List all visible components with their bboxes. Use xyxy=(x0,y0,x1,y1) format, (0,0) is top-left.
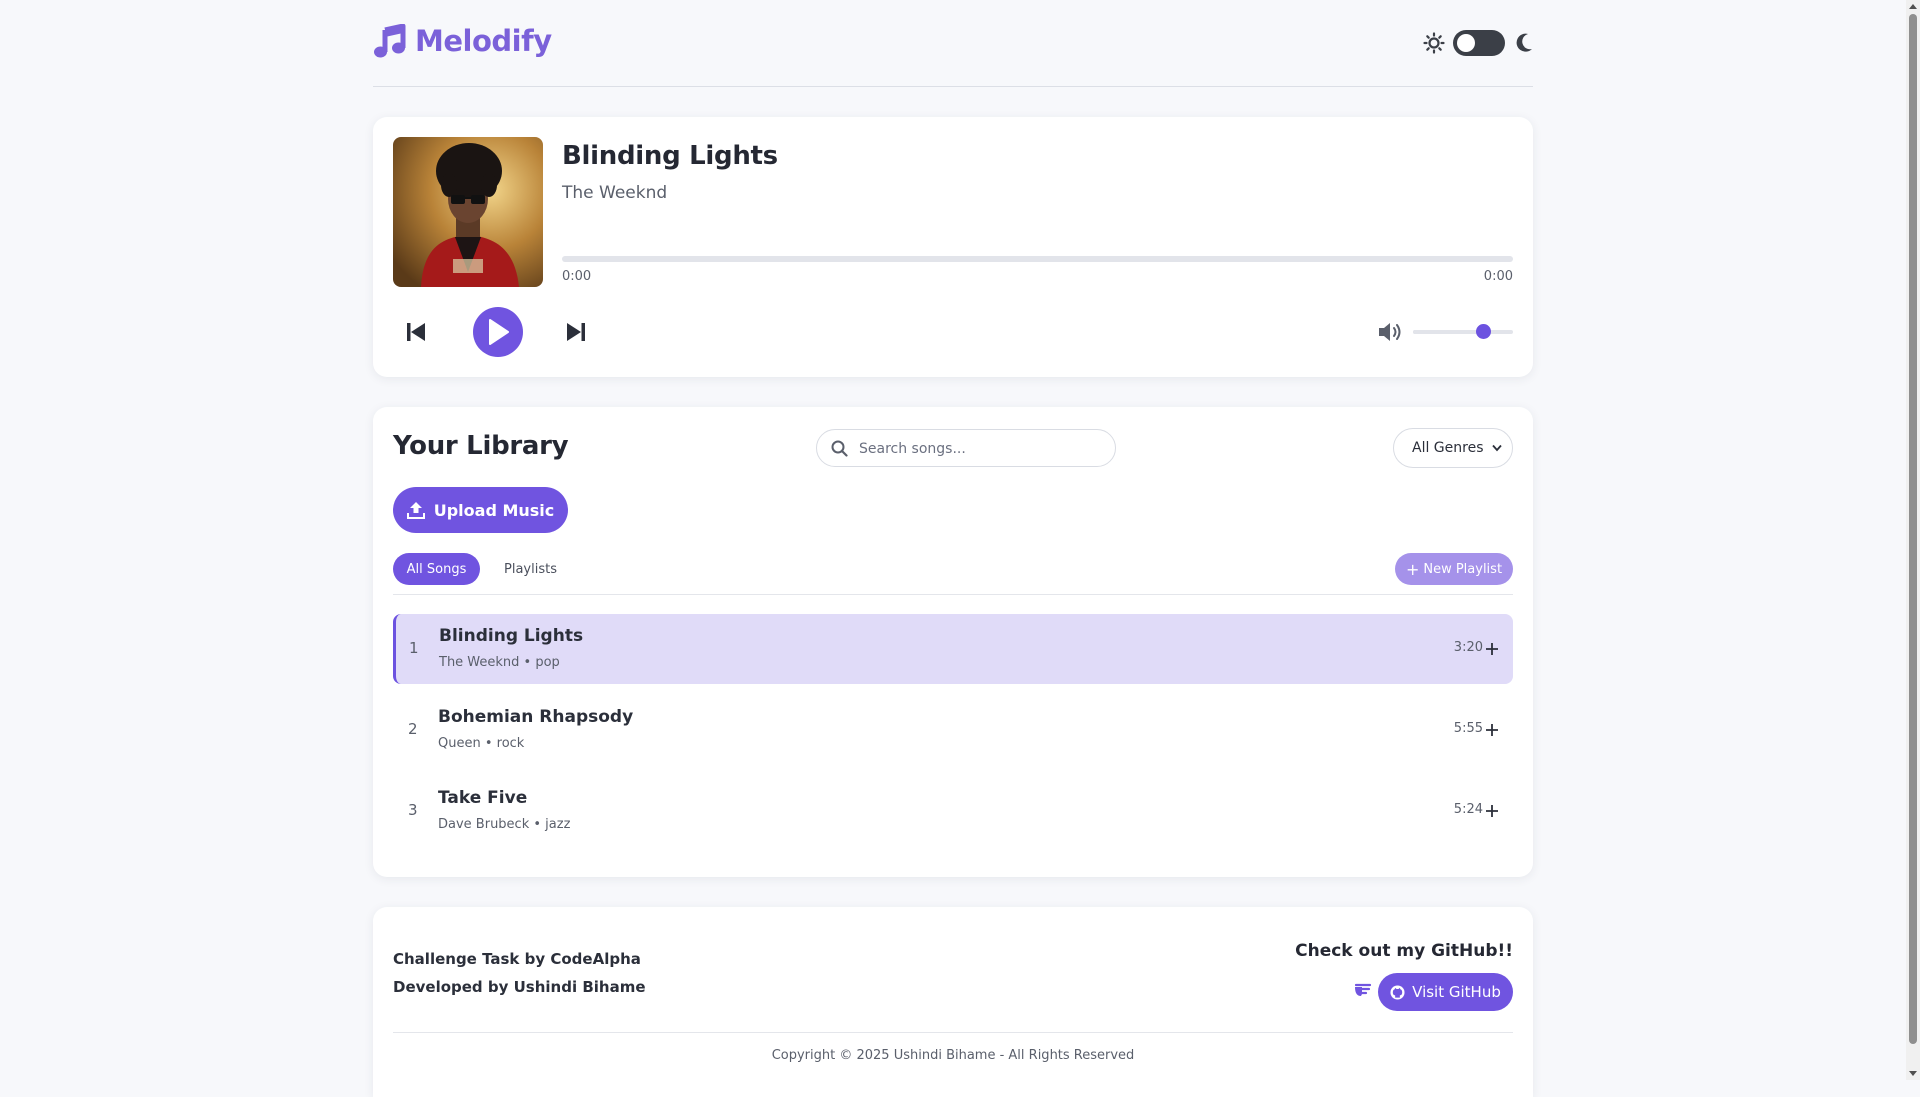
github-icon xyxy=(1390,984,1405,1000)
volume-slider[interactable] xyxy=(1413,324,1513,339)
copyright: Copyright © 2025 Ushindi Bihame - All Ri… xyxy=(771,1048,1135,1063)
song-index: 3 xyxy=(408,801,418,819)
song-title: Take Five xyxy=(438,788,528,808)
next-button[interactable] xyxy=(563,319,589,345)
song-meta: The Weeknd • pop xyxy=(439,655,560,670)
skip-back-icon xyxy=(407,323,425,341)
plus-icon xyxy=(1486,805,1498,817)
song-index: 1 xyxy=(409,639,419,657)
divider xyxy=(393,594,1513,595)
song-title: Blinding Lights xyxy=(439,626,584,646)
song-meta: Dave Brubeck • jazz xyxy=(438,817,571,832)
total-time: 0:00 xyxy=(1483,269,1513,284)
toggle-knob xyxy=(1457,34,1475,52)
album-cover xyxy=(393,137,543,287)
tab-label: Playlists xyxy=(504,561,557,577)
brand[interactable]: Melodify xyxy=(373,24,552,58)
song-meta: Queen • rock xyxy=(438,736,525,751)
plus-icon: + xyxy=(1405,559,1420,579)
add-to-playlist-button[interactable] xyxy=(1477,634,1507,664)
footer-credit: Challenge Task by CodeAlpha xyxy=(393,950,641,968)
theme-toggle[interactable] xyxy=(1453,30,1505,56)
play-button[interactable] xyxy=(473,307,523,357)
track-artist: The Weeknd xyxy=(562,183,668,203)
upload-music-button[interactable]: Upload Music xyxy=(393,487,568,533)
prev-button[interactable] xyxy=(403,319,429,345)
search-box xyxy=(816,429,1116,468)
app-name: Melodify xyxy=(415,24,552,58)
scroll-up-arrow[interactable] xyxy=(1909,4,1917,9)
library-card: Your Library All Genres Upload Music All… xyxy=(373,407,1533,877)
genre-select-value: All Genres xyxy=(1412,440,1484,456)
skip-forward-icon xyxy=(567,323,585,341)
library-title: Your Library xyxy=(393,431,569,461)
track-title: Blinding Lights xyxy=(562,141,778,171)
plus-icon xyxy=(1486,724,1498,736)
add-to-playlist-button[interactable] xyxy=(1477,715,1507,745)
github-title: Check out my GitHub!! xyxy=(1295,941,1513,961)
song-index: 2 xyxy=(408,720,418,738)
pointing-hand-icon xyxy=(1354,983,1372,996)
tab-playlists[interactable]: Playlists xyxy=(504,553,557,585)
scrollbar-thumb[interactable] xyxy=(1909,14,1917,1044)
song-row[interactable]: 3 Take Five Dave Brubeck • jazz 5:24 xyxy=(393,776,1513,846)
new-playlist-label: New Playlist xyxy=(1423,561,1503,577)
genre-select[interactable]: All Genres xyxy=(1393,428,1513,468)
new-playlist-button[interactable]: + New Playlist xyxy=(1395,553,1513,585)
theme-switch xyxy=(1423,30,1533,56)
volume-icon[interactable] xyxy=(1377,320,1405,344)
scroll-down-arrow[interactable] xyxy=(1909,1071,1917,1076)
progress-bar[interactable] xyxy=(562,256,1513,262)
scrollbar[interactable] xyxy=(1906,0,1920,1080)
moon-icon xyxy=(1516,33,1532,52)
upload-icon xyxy=(406,502,425,519)
header: Melodify xyxy=(373,0,1533,87)
visit-github-button[interactable]: Visit GitHub xyxy=(1378,973,1513,1011)
play-icon xyxy=(489,319,509,345)
music-note-icon xyxy=(374,24,406,58)
player-card: Blinding Lights The Weeknd 0:00 0:00 xyxy=(373,117,1533,377)
song-row[interactable]: 2 Bohemian Rhapsody Queen • rock 5:55 xyxy=(393,695,1513,765)
volume-fill xyxy=(1413,330,1483,334)
tab-all-songs[interactable]: All Songs xyxy=(393,553,480,585)
tab-label: All Songs xyxy=(406,561,467,577)
sun-icon xyxy=(1423,32,1445,54)
search-input[interactable] xyxy=(857,430,1111,468)
song-title: Bohemian Rhapsody xyxy=(438,707,634,727)
plus-icon xyxy=(1486,643,1498,655)
page: Melodify Blinding Lights The Weeknd 0:00… xyxy=(373,0,1533,1097)
current-time: 0:00 xyxy=(562,269,592,284)
divider xyxy=(393,1032,1513,1033)
visit-github-label: Visit GitHub xyxy=(1412,983,1501,1001)
footer-developer: Developed by Ushindi Bihame xyxy=(393,978,646,996)
add-to-playlist-button[interactable] xyxy=(1477,796,1507,826)
song-row[interactable]: 1 Blinding Lights The Weeknd • pop 3:20 xyxy=(393,614,1513,684)
chevron-down-icon xyxy=(1492,444,1502,452)
search-icon xyxy=(831,440,848,457)
upload-label: Upload Music xyxy=(433,500,555,520)
footer: Challenge Task by CodeAlpha Developed by… xyxy=(373,907,1533,1097)
volume-thumb[interactable] xyxy=(1476,324,1491,339)
